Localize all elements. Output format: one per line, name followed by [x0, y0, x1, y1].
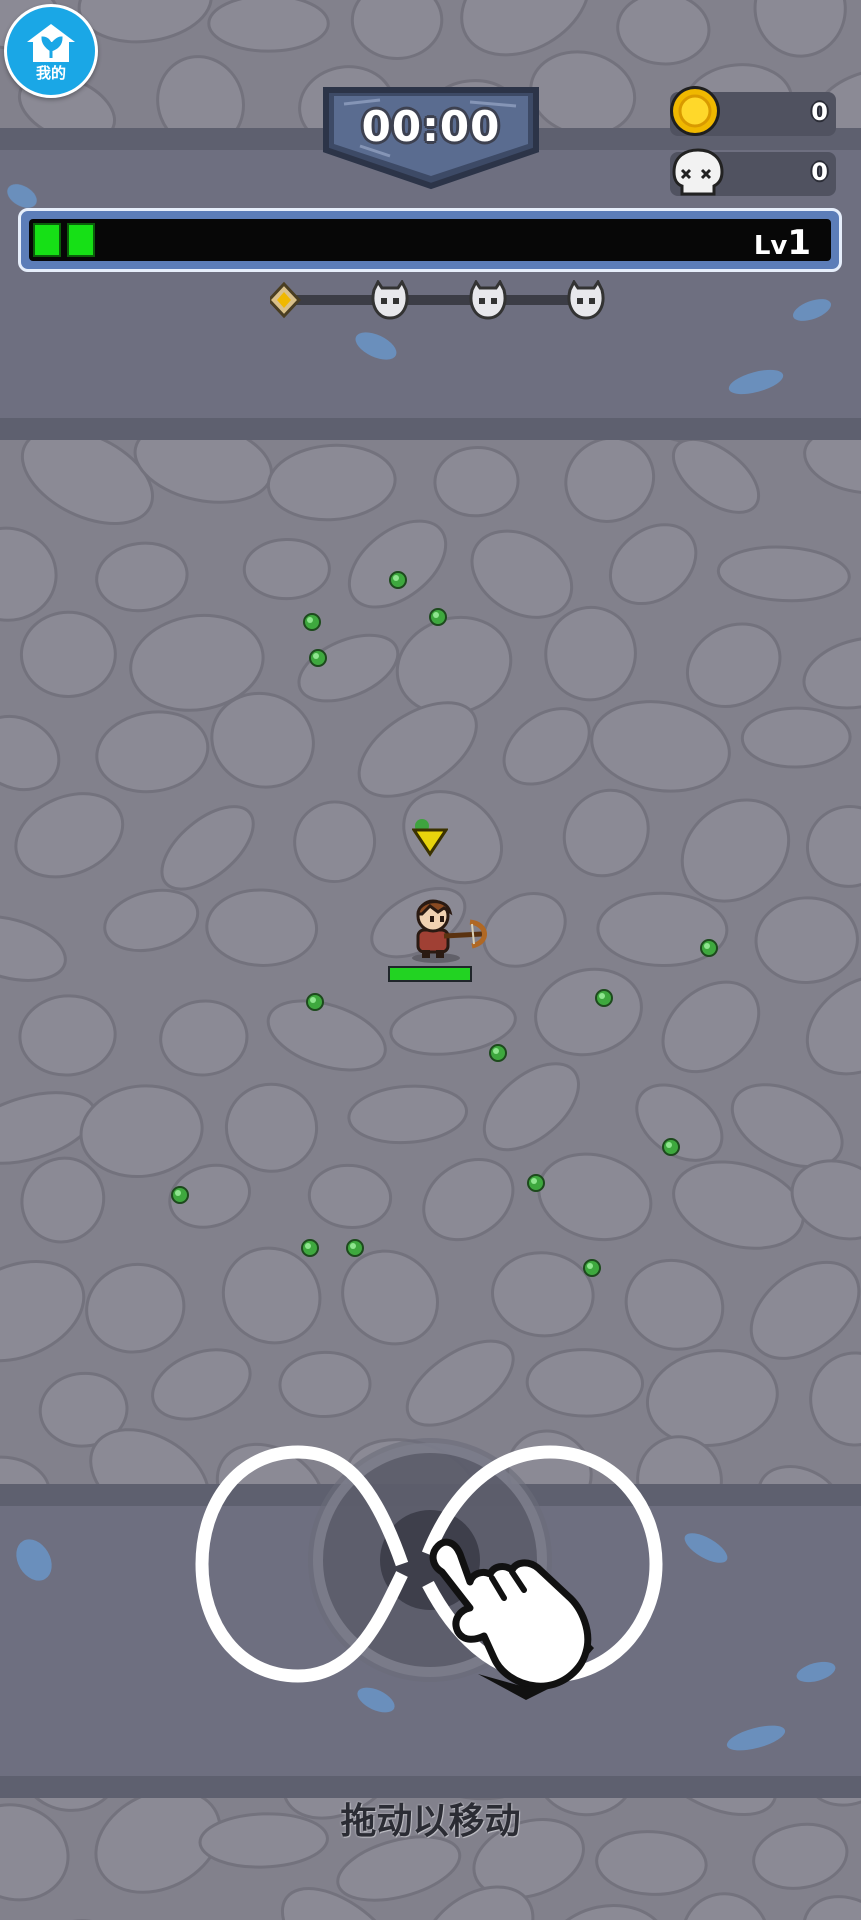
xp-gem-icon [389, 571, 407, 589]
skull-icon [567, 280, 605, 320]
home-icon [27, 23, 75, 62]
skull-icon [371, 280, 409, 320]
wave-progress-track [270, 280, 605, 320]
xp-segment [33, 223, 61, 257]
level-label: Lv1 [753, 223, 811, 263]
pointing-hand-icon [429, 1538, 594, 1700]
xp-gem-icon [662, 1138, 680, 1156]
coin-icon [670, 86, 720, 136]
xp-gem-icon [700, 939, 718, 957]
skull-icon [672, 148, 724, 196]
xp-gem-icon [346, 1239, 364, 1257]
level-number: 1 [787, 223, 811, 263]
xp-gem-icon [301, 1239, 319, 1257]
player-hero [412, 899, 487, 963]
xp-gem-icon [309, 649, 327, 667]
player-indicator-icon [412, 819, 448, 857]
skull-icon [469, 280, 507, 320]
home-button[interactable]: 我的 [4, 4, 98, 98]
timer-text: 00:00 [361, 102, 501, 151]
xp-gem-icon [429, 608, 447, 626]
xp-bar: Lv1 [18, 208, 842, 272]
home-label: 我的 [35, 63, 66, 82]
xp-gem-icon [303, 613, 321, 631]
xp-gem-icon [489, 1044, 507, 1062]
xp-gem-icon [306, 993, 324, 1011]
timer-plate: 00:00 [320, 86, 542, 190]
xp-gem-icon [527, 1174, 545, 1192]
player-health-bar [388, 966, 472, 982]
xp-gem-icon [595, 989, 613, 1007]
xp-bar-track: Lv1 [29, 219, 831, 263]
player-health-fill [390, 968, 470, 980]
xp-gem-icon [171, 1186, 189, 1204]
tutorial-hint: 拖动以移动 [340, 1801, 521, 1842]
coin-count: 0 [811, 98, 828, 126]
xp-gem-icon [583, 1259, 601, 1277]
kill-count: 0 [811, 158, 828, 186]
xp-segment [67, 223, 95, 257]
diamond-marker-icon [270, 281, 302, 319]
